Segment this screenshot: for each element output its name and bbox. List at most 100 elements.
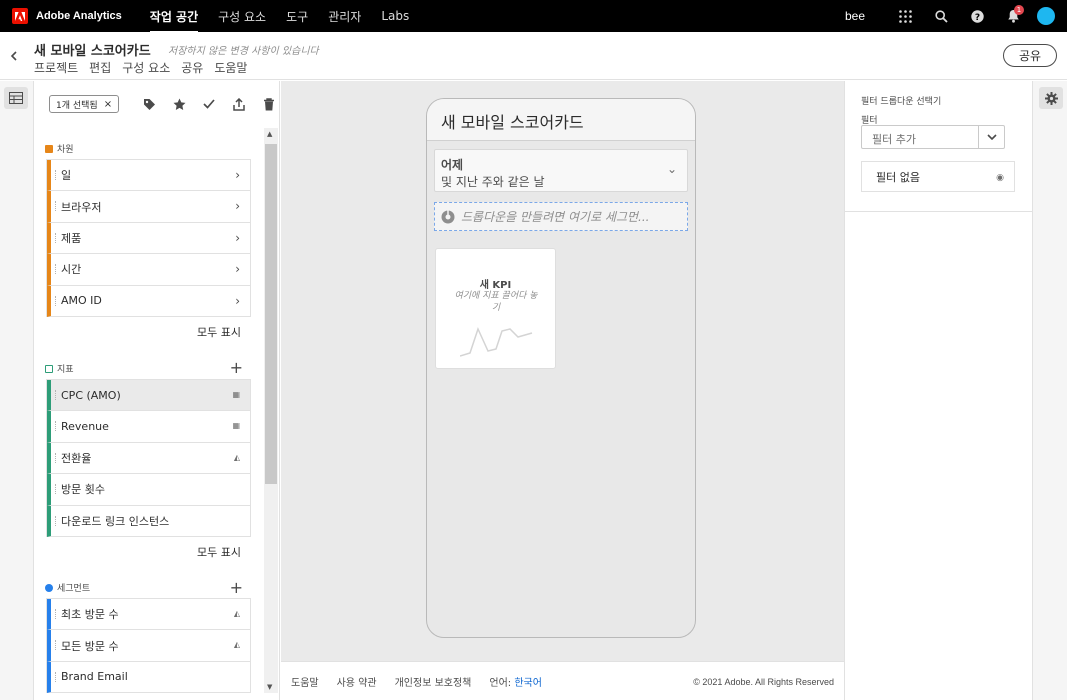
list-item[interactable]: 전환율 ◭ bbox=[47, 442, 250, 475]
panel-scrollbar[interactable]: ▲ ▼ bbox=[264, 128, 278, 693]
drag-handle-icon[interactable] bbox=[55, 170, 57, 180]
no-filter-item[interactable]: 필터 없음 ◉ bbox=[861, 161, 1015, 192]
segment-drop-zone[interactable]: 드롭다운을 만들려면 여기로 세그먼... bbox=[434, 202, 688, 231]
drag-handle-icon[interactable] bbox=[55, 201, 57, 212]
adobe-icon: ◭ bbox=[233, 640, 240, 650]
project-title[interactable]: 새 모바일 스코어카드 bbox=[34, 40, 151, 59]
footer-privacy-link[interactable]: 개인정보 보호정책 bbox=[395, 674, 472, 689]
menu-edit[interactable]: 편집 bbox=[89, 59, 111, 76]
footer-terms-link[interactable]: 사용 약관 bbox=[337, 674, 377, 689]
chevron-right-icon[interactable]: › bbox=[235, 168, 240, 182]
menu-share[interactable]: 공유 bbox=[181, 59, 203, 76]
dimensions-show-all-link[interactable]: 모두 표시 bbox=[197, 324, 241, 340]
chevron-right-icon[interactable]: › bbox=[235, 262, 240, 276]
search-icon[interactable] bbox=[923, 0, 959, 32]
scroll-up-icon[interactable]: ▲ bbox=[267, 130, 272, 138]
scroll-down-icon[interactable]: ▼ bbox=[267, 683, 272, 691]
drag-handle-icon[interactable] bbox=[55, 232, 57, 243]
back-chevron-icon[interactable] bbox=[4, 44, 24, 68]
selection-chip[interactable]: 1개 선택됨 × bbox=[49, 95, 120, 113]
drag-handle-icon[interactable] bbox=[55, 609, 57, 619]
list-item[interactable]: AMO ID › bbox=[47, 285, 250, 317]
menu-help[interactable]: 도움말 bbox=[214, 59, 247, 76]
filter-placeholder: 필터 추가 bbox=[872, 133, 916, 146]
add-segment-icon[interactable]: + bbox=[230, 580, 243, 596]
drag-handle-icon[interactable] bbox=[55, 640, 57, 651]
drag-handle-icon[interactable] bbox=[55, 421, 57, 432]
star-icon[interactable] bbox=[171, 96, 187, 112]
drag-handle-icon[interactable] bbox=[55, 515, 57, 526]
chevron-right-icon[interactable]: › bbox=[235, 231, 240, 245]
share-export-icon[interactable] bbox=[231, 96, 247, 112]
kpi-title: 새 KPI bbox=[479, 280, 512, 291]
tag-icon[interactable] bbox=[141, 96, 157, 112]
drag-handle-icon[interactable] bbox=[55, 295, 57, 306]
gear-icon[interactable] bbox=[1039, 87, 1063, 109]
chevron-right-icon[interactable]: › bbox=[235, 199, 240, 213]
eye-icon[interactable]: ◉ bbox=[996, 173, 1004, 183]
chevron-right-icon[interactable]: › bbox=[235, 294, 240, 308]
settings-panel: 필터 드롭다운 선택기 필터 필터 추가 필터 없음 ◉ bbox=[844, 81, 1033, 700]
drop-zone-text: 드롭다운을 만들려면 여기로 세그먼... bbox=[461, 210, 650, 224]
sparkline-icon bbox=[460, 326, 533, 357]
adobe-logo-icon[interactable] bbox=[12, 8, 28, 24]
adobe-icon: ◭ bbox=[233, 452, 240, 462]
chevron-down-icon[interactable] bbox=[978, 126, 1004, 148]
list-item[interactable]: 일 › bbox=[47, 160, 250, 192]
footer-help-link[interactable]: 도움말 bbox=[291, 674, 319, 689]
list-item[interactable]: 모든 방문 수 ◭ bbox=[47, 630, 250, 662]
metrics-header-label: 지표 bbox=[57, 365, 74, 375]
user-name[interactable]: bee bbox=[845, 9, 865, 23]
list-item[interactable]: 최초 방문 수 ◭ bbox=[47, 599, 250, 631]
date-range-main: 어제 bbox=[441, 158, 464, 172]
list-item[interactable]: 시간 › bbox=[47, 254, 250, 286]
nav-components[interactable]: 구성 요소 bbox=[218, 0, 266, 33]
help-icon[interactable]: ? bbox=[959, 0, 995, 32]
notification-badge: 1 bbox=[1014, 5, 1024, 15]
add-metric-icon[interactable]: + bbox=[230, 360, 243, 376]
app-title[interactable]: Adobe Analytics bbox=[36, 10, 122, 22]
dimensions-header: 차원 bbox=[45, 142, 74, 155]
drag-handle-icon[interactable] bbox=[55, 390, 57, 400]
scroll-thumb[interactable] bbox=[265, 144, 277, 484]
nav-labs[interactable]: Labs bbox=[381, 1, 409, 31]
language-label: 언어: bbox=[489, 677, 512, 689]
drag-handle-icon[interactable] bbox=[55, 484, 57, 495]
unsaved-changes-note: 저장하지 않은 변경 사항이 있습니다 bbox=[168, 46, 319, 57]
list-item[interactable]: 다운로드 링크 인스턴스 bbox=[47, 505, 250, 537]
list-item[interactable]: 브라우저 › bbox=[47, 191, 250, 223]
menu-project[interactable]: 프로젝트 bbox=[34, 59, 78, 76]
drag-handle-icon[interactable] bbox=[55, 671, 57, 682]
chevron-down-icon[interactable]: ⌄ bbox=[667, 162, 677, 176]
nav-workspace[interactable]: 작업 공간 bbox=[149, 0, 199, 33]
left-rail bbox=[0, 81, 34, 700]
components-panel-icon[interactable] bbox=[4, 87, 28, 109]
app-switcher-icon[interactable] bbox=[887, 0, 923, 32]
metrics-header: 지표 bbox=[45, 362, 74, 375]
user-avatar[interactable] bbox=[1037, 7, 1055, 25]
divider bbox=[845, 211, 1033, 212]
date-range-card[interactable]: 어제 및 지난 주와 같은 날 ⌄ bbox=[434, 149, 688, 192]
menu-components[interactable]: 구성 요소 bbox=[122, 59, 170, 76]
list-item[interactable]: Revenue ▦ bbox=[47, 411, 250, 443]
delete-trash-icon[interactable] bbox=[261, 96, 277, 112]
list-item[interactable]: Brand Email bbox=[47, 661, 250, 694]
kpi-tile[interactable]: 새 KPI 여기에 지표 끌어다 놓기 bbox=[435, 248, 556, 369]
nav-admin[interactable]: 관리자 bbox=[328, 0, 361, 33]
nav-tools[interactable]: 도구 bbox=[286, 0, 308, 33]
share-button[interactable]: 공유 bbox=[1003, 44, 1057, 67]
metrics-show-all-link[interactable]: 모두 표시 bbox=[197, 544, 241, 560]
copyright: © 2021 Adobe. All Rights Reserved bbox=[693, 677, 834, 687]
scorecard-title[interactable]: 새 모바일 스코어카드 bbox=[427, 99, 695, 141]
approve-check-icon[interactable] bbox=[201, 96, 217, 112]
list-item[interactable]: 방문 횟수 bbox=[47, 474, 250, 506]
list-item[interactable]: CPC (AMO) ▦ bbox=[47, 380, 250, 412]
close-icon[interactable]: × bbox=[104, 99, 112, 110]
notifications-bell-icon[interactable]: 1 bbox=[995, 0, 1031, 32]
list-item[interactable]: 제품 › bbox=[47, 222, 250, 255]
language-link[interactable]: 한국어 bbox=[514, 678, 542, 689]
settings-title: 필터 드롭다운 선택기 bbox=[861, 97, 942, 107]
drag-handle-icon[interactable] bbox=[55, 452, 57, 463]
drag-handle-icon[interactable] bbox=[55, 264, 57, 275]
filter-select[interactable]: 필터 추가 bbox=[861, 125, 1005, 149]
